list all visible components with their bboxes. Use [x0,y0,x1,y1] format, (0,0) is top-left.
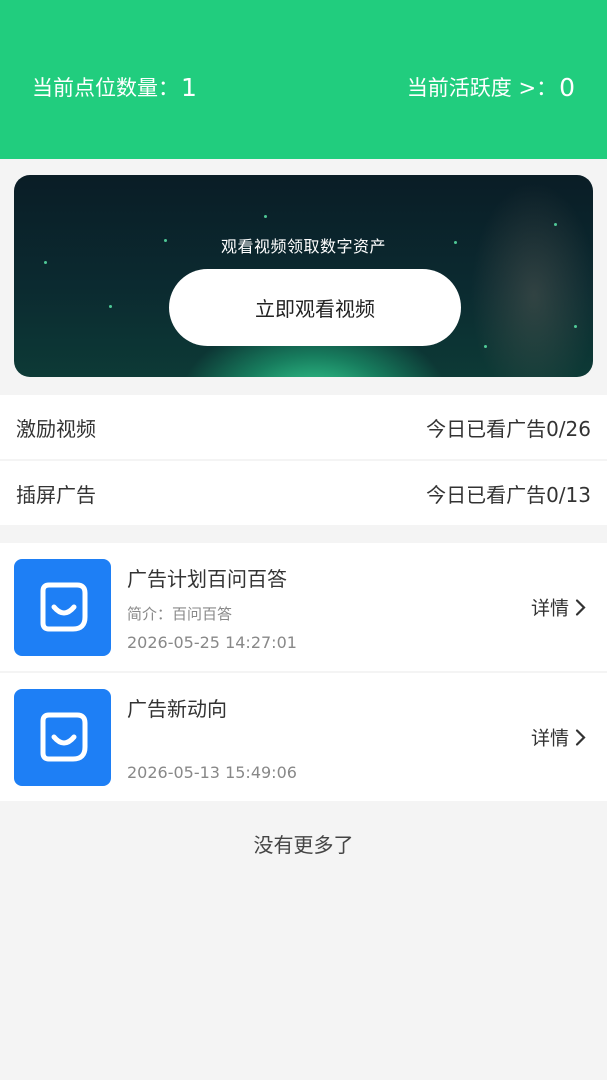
news-date: 2026-05-13 15:49:06 [127,762,297,782]
news-item[interactable]: 广告新动向 2026-05-13 15:49:06 详情 [0,673,607,801]
ad-row-value: 今日已看广告0/26 [426,416,591,441]
activity-level[interactable]: 当前活跃度 >： 0 [407,72,575,102]
detail-link[interactable]: 详情 [531,594,587,621]
top-header: 当前点位数量： 1 当前活跃度 >： 0 [0,0,607,159]
smiley-face-icon [14,558,111,656]
chevron-right-icon [575,728,587,746]
smiley-face-icon [14,688,111,786]
ad-stats-list: 激励视频 今日已看广告0/26 插屏广告 今日已看广告0/13 [0,395,607,525]
ad-row-label: 激励视频 [16,416,96,441]
interstitial-ad-row[interactable]: 插屏广告 今日已看广告0/13 [0,461,607,525]
activity-label: 当前活跃度 >： [406,76,558,100]
news-title: 广告计划百问百答 [127,566,287,591]
news-list: 广告计划百问百答 简介：百问百答 2026-05-25 14:27:01 详情 … [0,543,607,801]
points-count: 当前点位数量： 1 [32,72,197,102]
detail-label: 详情 [530,727,569,750]
incentive-video-row[interactable]: 激励视频 今日已看广告0/26 [0,395,607,459]
banner-caption: 观看视频领取数字资产 [220,237,386,256]
points-value: 1 [181,72,197,102]
video-reward-banner: 观看视频领取数字资产 立即观看视频 [14,175,593,377]
news-item[interactable]: 广告计划百问百答 简介：百问百答 2026-05-25 14:27:01 详情 [0,543,607,671]
news-title: 广告新动向 [127,696,227,721]
news-desc: 简介：百问百答 [127,604,233,623]
detail-label: 详情 [530,597,569,620]
chevron-right-icon [575,598,587,616]
news-date: 2026-05-25 14:27:01 [127,632,297,652]
activity-value: 0 [559,72,575,102]
ad-row-label: 插屏广告 [16,482,96,507]
watch-video-button[interactable]: 立即观看视频 [169,269,461,346]
detail-link[interactable]: 详情 [531,724,587,751]
ad-row-value: 今日已看广告0/13 [426,482,591,507]
no-more-text: 没有更多了 [253,833,354,857]
points-label: 当前点位数量： [32,76,179,100]
